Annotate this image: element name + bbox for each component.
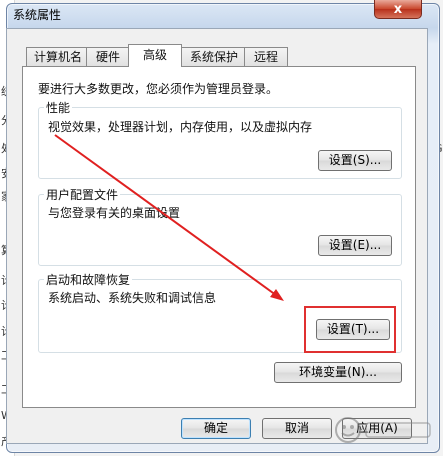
watermark-logo xyxy=(335,417,431,443)
performance-settings-button[interactable]: 设置(S)... xyxy=(318,150,392,171)
window-title: 系统属性 xyxy=(13,8,62,22)
highlight-box xyxy=(304,306,396,353)
close-button[interactable]: x xyxy=(374,0,422,19)
tab-hardware[interactable]: 硬件 xyxy=(86,47,130,66)
admin-note: 要进行大多数更改，您必须作为管理员登录。 xyxy=(38,82,279,96)
close-icon: x xyxy=(393,1,403,17)
environment-variables-button[interactable]: 环境变量(N)... xyxy=(274,362,402,383)
performance-description: 视觉效果，处理器计划，内存使用，以及虚拟内存 xyxy=(48,120,313,134)
ok-button[interactable]: 确定 xyxy=(181,418,251,439)
startup-recovery-title: 启动和故障恢复 xyxy=(44,271,133,288)
startup-recovery-description: 系统启动、系统失败和调试信息 xyxy=(48,291,217,305)
tab-remote[interactable]: 远程 xyxy=(244,47,288,66)
tab-system-protection[interactable]: 系统保护 xyxy=(180,47,248,66)
user-profiles-settings-button[interactable]: 设置(E)... xyxy=(318,235,392,256)
tab-advanced[interactable]: 高级 xyxy=(128,44,182,67)
user-profiles-title: 用户配置文件 xyxy=(44,186,121,203)
tab-computer-name[interactable]: 计算机名 xyxy=(26,47,90,66)
performance-title: 性能 xyxy=(44,99,73,116)
cancel-button[interactable]: 取消 xyxy=(262,418,332,439)
user-profiles-description: 与您登录有关的桌面设置 xyxy=(48,206,181,220)
